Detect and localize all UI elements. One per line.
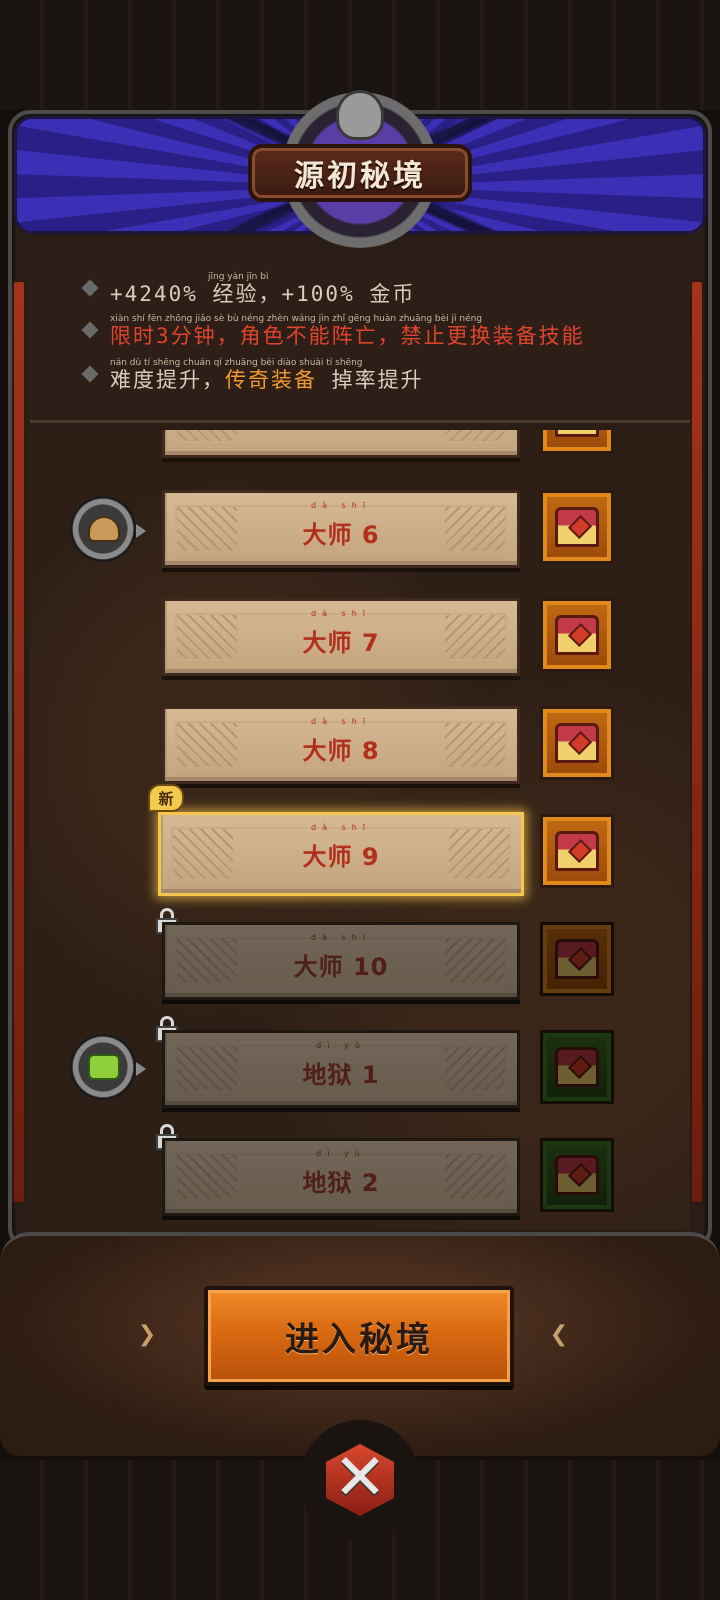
level-row[interactable]: dà shī 大师 8 (30, 706, 690, 790)
level-plank[interactable]: dà shī 大师 10 (162, 922, 520, 1000)
chest-icon[interactable] (540, 490, 614, 564)
level-row[interactable]: dà shī 大师 7 (30, 598, 690, 682)
close-button[interactable]: ✕ (300, 1420, 420, 1540)
level-plank[interactable]: dì yù 地狱 1 (162, 1030, 520, 1108)
level-row[interactable] (30, 430, 690, 464)
chest-icon[interactable] (540, 706, 614, 780)
info-line-3-highlight: 传奇装备 (225, 368, 317, 392)
level-row[interactable]: dà shī 大师 6 (30, 490, 690, 574)
title-plate: 源初秘境 (248, 144, 472, 202)
level-pinyin: dì yù (316, 1149, 366, 1158)
left-arrow-icon: ❮ (549, 1322, 569, 1347)
level-plank[interactable]: dì yù 地狱 2 (162, 1138, 520, 1216)
right-arrow-icon: ❯ (137, 1322, 157, 1347)
chest-icon[interactable] (540, 598, 614, 672)
level-pinyin: dà shī (311, 609, 371, 618)
chest-icon[interactable] (540, 814, 614, 888)
level-list[interactable]: dà shī 大师 6 dà shī 大师 7 dà shī 大师 8 dà s… (30, 430, 690, 1230)
info-line-2: 限时3分钟，角色不能阵亡，禁止更换装备技能 (110, 324, 585, 348)
level-plank[interactable]: dà shī 大师 7 (162, 598, 520, 676)
level-plank[interactable]: dà shī 大师 8 (162, 706, 520, 784)
level-label: 地狱 2 (302, 1169, 380, 1197)
close-icon: ✕ (333, 1441, 387, 1515)
info-line-3-before: 难度提升， (110, 368, 225, 392)
level-pinyin: dà shī (311, 717, 371, 726)
left-side-bar (12, 280, 26, 1204)
page-title: 源初秘境 (294, 159, 426, 194)
shirt-icon[interactable] (70, 1034, 146, 1100)
hat-icon[interactable] (70, 496, 146, 562)
level-label: 大师 8 (302, 737, 380, 765)
level-pinyin: dà shī (311, 823, 371, 832)
info-line-3-after: 掉率提升 (317, 368, 424, 392)
chest-icon[interactable] (540, 430, 614, 454)
level-plank[interactable]: dà shī 大师 9 (158, 812, 524, 896)
level-pinyin: dì yù (316, 1041, 366, 1050)
enter-button-label: 进入秘境 (285, 1319, 433, 1360)
level-row-locked[interactable]: dà shī 大师 10 (30, 908, 690, 1006)
level-label: 地狱 1 (302, 1061, 380, 1089)
chest-icon[interactable] (540, 922, 614, 996)
info-line-3: 难度提升，传奇装备 掉率提升 (110, 364, 424, 394)
level-row-locked[interactable]: dì yù 地狱 2 (30, 1124, 690, 1222)
enter-secret-realm-button[interactable]: 进入秘境 (204, 1286, 514, 1386)
new-badge: 新 (148, 784, 184, 812)
skull-icon (336, 90, 384, 140)
level-label: 大师 6 (302, 521, 380, 549)
level-pinyin: dà shī (311, 501, 371, 510)
right-side-bar (690, 280, 704, 1204)
level-label: 大师 9 (302, 843, 380, 871)
level-plank[interactable] (162, 430, 520, 458)
level-pinyin: dà shī (311, 933, 371, 942)
level-row-selected[interactable]: dà shī 大师 9 新 (30, 784, 690, 898)
level-label: 大师 7 (302, 629, 380, 657)
info-line-1: +4240% 经验，+100% 金币 (110, 282, 416, 306)
chest-icon[interactable] (540, 1138, 614, 1212)
level-row-locked[interactable]: dì yù 地狱 1 (30, 1016, 690, 1114)
chest-icon[interactable] (540, 1030, 614, 1104)
level-plank[interactable]: dà shī 大师 6 (162, 490, 520, 568)
level-label: 大师 10 (293, 953, 389, 981)
